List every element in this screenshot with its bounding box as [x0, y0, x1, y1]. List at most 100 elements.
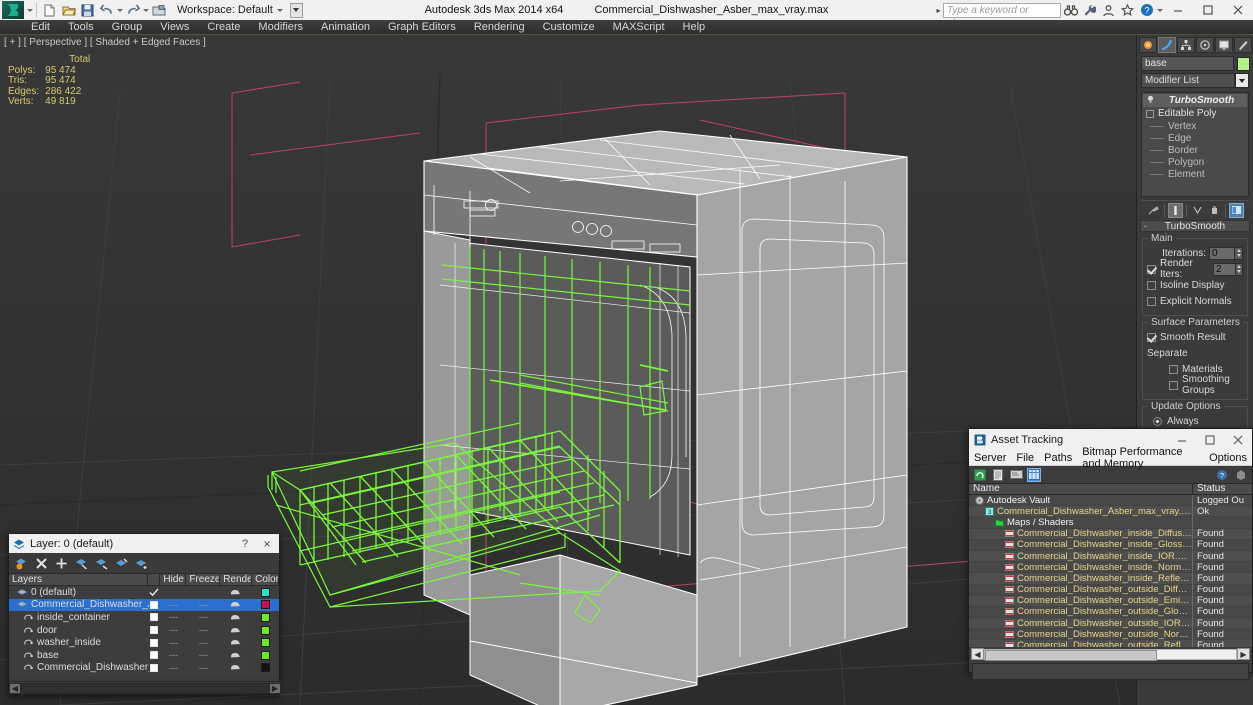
render-iters-checkbox[interactable]: [1147, 264, 1156, 274]
grid-view-icon[interactable]: [1027, 467, 1041, 482]
layer-color-cell[interactable]: [252, 650, 279, 660]
workspace-dropdown-button[interactable]: [289, 2, 303, 18]
menu-create[interactable]: Create: [198, 20, 249, 35]
layer-row[interactable]: inside_container --- ---: [9, 611, 279, 624]
asset-horizontal-scrollbar[interactable]: ◀ ▶: [969, 647, 1252, 661]
at-menu-server[interactable]: Server: [969, 452, 1011, 464]
column-freeze[interactable]: Freeze: [186, 573, 221, 586]
layer-row[interactable]: Commercial_Dishwasher_Asber ------: [9, 598, 279, 612]
layer-color-cell[interactable]: [252, 587, 279, 597]
menu-edit[interactable]: Edit: [22, 20, 59, 35]
close-icon[interactable]: ×: [255, 537, 279, 551]
menu-animation[interactable]: Animation: [312, 20, 379, 35]
column-render[interactable]: Render: [220, 573, 253, 586]
layer-color-cell[interactable]: [252, 663, 279, 673]
column-hide[interactable]: Hide: [160, 573, 187, 586]
smoothing-groups-checkbox[interactable]: [1169, 380, 1178, 390]
update-always-row[interactable]: Always: [1147, 414, 1243, 428]
color-swatch[interactable]: [261, 600, 271, 610]
layer-row[interactable]: base --- ---: [9, 649, 279, 662]
scroll-thumb[interactable]: [21, 682, 23, 697]
minimize-button[interactable]: [1163, 0, 1193, 20]
open-file-icon[interactable]: [60, 2, 77, 19]
configure-sets-icon[interactable]: [1229, 202, 1244, 218]
layer-render-cell[interactable]: [220, 626, 252, 635]
help-icon[interactable]: ?: [1137, 1, 1156, 19]
layer-render-cell[interactable]: [220, 588, 252, 597]
collapse-icon[interactable]: -: [1144, 221, 1147, 232]
iterations-spinner[interactable]: [1235, 246, 1243, 260]
layer-select-cell[interactable]: [149, 613, 161, 622]
explicit-normals-checkbox[interactable]: [1147, 296, 1156, 306]
at-menu-options[interactable]: Options: [1204, 452, 1252, 464]
create-new-layer-icon[interactable]: [14, 556, 29, 571]
close-button[interactable]: [1223, 0, 1253, 20]
asset-row[interactable]: Commercial_Dishwasher_inside_Reflection.…: [969, 572, 1252, 585]
sub-object-element[interactable]: Element: [1150, 168, 1247, 180]
asset-name-cell[interactable]: Commercial_Dishwasher_inside_Reflection.…: [969, 572, 1193, 584]
show-end-result-icon[interactable]: [1168, 202, 1183, 218]
undo-dropdown-icon[interactable]: [116, 2, 123, 19]
layer-render-cell[interactable]: [220, 663, 252, 672]
asset-row[interactable]: Commercial_Dishwasher_inside_Normal.png F…: [969, 561, 1252, 574]
app-menu-caret-icon[interactable]: [26, 2, 33, 19]
layer-list[interactable]: 0 (default)Commercial_Dishwasher_Asber--…: [9, 586, 279, 676]
menu-customize[interactable]: Customize: [534, 20, 604, 35]
lightbulb-icon[interactable]: [1145, 95, 1156, 107]
stack-item-turbosmooth[interactable]: TurboSmooth: [1143, 94, 1247, 107]
layer-select-cell[interactable]: [149, 638, 161, 647]
motion-tab[interactable]: [1196, 36, 1214, 53]
asset-name-cell[interactable]: Commercial_Dishwasher_outside_Glossiness…: [969, 606, 1193, 618]
select-highlighted-objects-icon[interactable]: [94, 556, 109, 571]
help-dropdown-icon[interactable]: [1156, 2, 1163, 19]
layer-color-cell[interactable]: [252, 638, 279, 648]
asset-row[interactable]: Commercial_Dishwasher_outside_IOR.png Fou…: [969, 617, 1252, 630]
asset-name-cell[interactable]: Commercial_Dishwasher_inside_Glossiness.…: [969, 539, 1193, 551]
layer-name-cell[interactable]: door: [9, 625, 149, 636]
select-layer-objects-icon[interactable]: [74, 556, 89, 571]
redo-icon[interactable]: [124, 2, 141, 19]
column-color[interactable]: Color: [252, 573, 279, 586]
asset-name-cell[interactable]: Commercial_Dishwasher_outside_Emissive.p…: [969, 595, 1193, 607]
smooth-result-checkbox[interactable]: [1147, 332, 1156, 342]
scroll-left-icon[interactable]: ◀: [971, 648, 984, 660]
layer-dialog[interactable]: Layer: 0 (default) ? × Layers Hide Freez…: [8, 533, 281, 697]
iterations-input[interactable]: 0: [1209, 246, 1235, 260]
layer-color-cell[interactable]: [252, 600, 279, 610]
layer-dialog-titlebar[interactable]: Layer: 0 (default) ? ×: [9, 534, 279, 553]
at-menu-bitmap-performance[interactable]: Bitmap Performance and Memory: [1077, 446, 1204, 470]
path-view-icon[interactable]: [1009, 468, 1023, 482]
refresh-icon[interactable]: [973, 468, 987, 482]
layer-row[interactable]: Commercial_Dishwasher_Asber ------: [9, 662, 279, 675]
layer-row[interactable]: washer_inside --- ---: [9, 636, 279, 649]
at-menu-paths[interactable]: Paths: [1039, 452, 1077, 464]
asset-name-cell[interactable]: Commercial_Dishwasher_outside_Reflection…: [969, 639, 1193, 647]
render-iters-input[interactable]: 2: [1212, 262, 1236, 276]
menu-rendering[interactable]: Rendering: [465, 20, 534, 35]
asset-row[interactable]: Commercial_Dishwasher_outside_Diffuse.pn…: [969, 584, 1252, 596]
sub-object-edge[interactable]: Edge: [1150, 132, 1247, 144]
sub-object-polygon[interactable]: Polygon: [1150, 156, 1247, 168]
at-menu-file[interactable]: File: [1011, 452, 1039, 464]
layer-row[interactable]: 0 (default): [9, 586, 279, 599]
asset-name-cell[interactable]: Maps / Shaders: [969, 516, 1193, 529]
layer-hide-cell[interactable]: ---: [160, 638, 186, 648]
stack-item-editable-poly[interactable]: Editable Poly: [1143, 107, 1247, 120]
scroll-track[interactable]: [21, 682, 269, 697]
layer-name-cell[interactable]: washer_inside: [9, 637, 149, 648]
update-always-radio[interactable]: [1153, 416, 1162, 426]
layer-name-cell[interactable]: inside_container: [9, 612, 149, 623]
save-file-icon[interactable]: [79, 2, 96, 19]
explicit-normals-row[interactable]: Explicit Normals: [1147, 294, 1243, 308]
asset-name-cell[interactable]: Commercial_Dishwasher_inside_IOR.png: [969, 550, 1193, 562]
set-project-folder-icon[interactable]: [150, 2, 167, 19]
asset-name-cell[interactable]: Commercial_Dishwasher_outside_Normal.png: [969, 628, 1193, 640]
remove-modifier-icon[interactable]: [1207, 203, 1222, 218]
layer-render-cell[interactable]: [220, 613, 252, 622]
layer-hide-cell[interactable]: ---: [160, 663, 186, 673]
layer-select-cell[interactable]: [149, 588, 161, 597]
smoothing-groups-row[interactable]: Smoothing Groups: [1147, 374, 1243, 396]
vault-login-icon[interactable]: ?: [1215, 468, 1229, 482]
new-file-icon[interactable]: [41, 2, 58, 19]
object-color-swatch[interactable]: [1237, 56, 1250, 71]
